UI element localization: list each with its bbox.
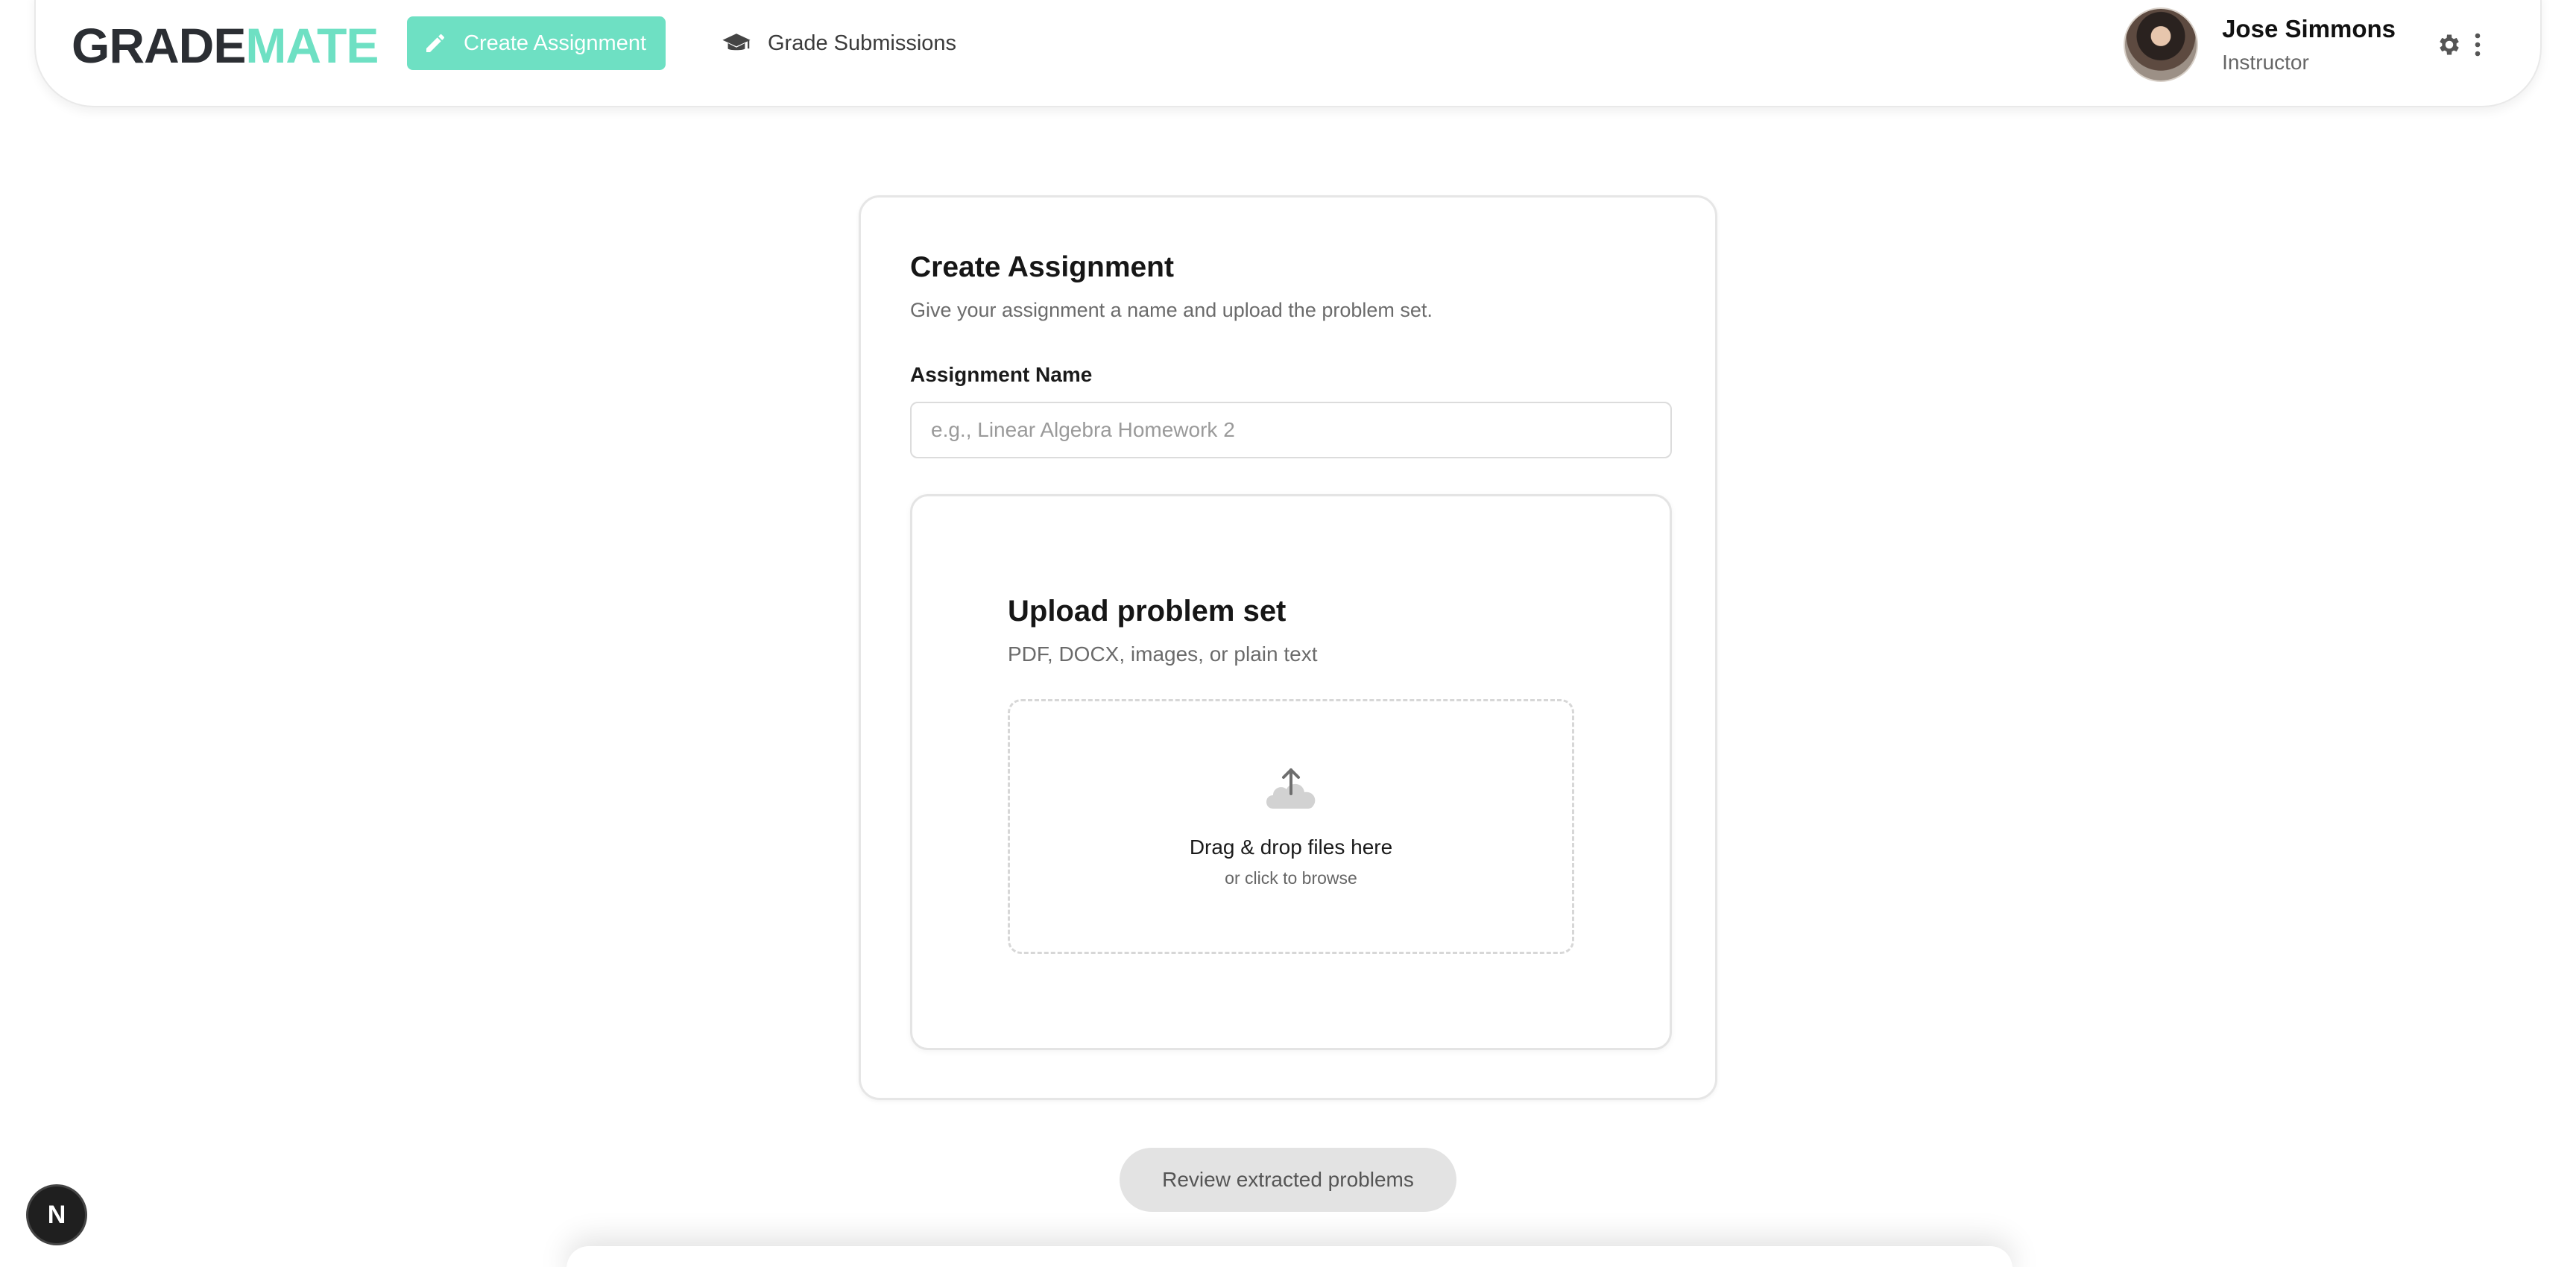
card-subtitle: Give your assignment a name and upload t…	[910, 299, 1433, 321]
logo-text-mate: MATE	[245, 18, 379, 73]
pencil-icon	[426, 34, 445, 52]
user-info: Jose Simmons Instructor	[2222, 15, 2396, 75]
nav-create-assignment-button[interactable]: Create Assignment	[407, 16, 666, 70]
gear-icon[interactable]	[2436, 31, 2463, 58]
page: GRADE MATE Create Assignment Grade Submis…	[0, 0, 2576, 1267]
next-dev-badge[interactable]: N	[28, 1187, 85, 1243]
nav-grade-label: Grade Submissions	[768, 31, 957, 55]
user-name: Jose Simmons	[2222, 15, 2396, 42]
dropzone-browse-text[interactable]: or click to browse	[1225, 868, 1357, 888]
assignment-name-label: Assignment Name	[910, 363, 1093, 386]
file-dropzone[interactable]: Drag & drop files here or click to brows…	[1008, 699, 1574, 954]
upload-subtitle: PDF, DOCX, images, or plain text	[1008, 642, 1318, 666]
upload-title: Upload problem set	[1008, 595, 1287, 628]
dropzone-main-text: Drag & drop files here	[1189, 835, 1393, 859]
user-profile: Jose Simmons Instructor	[2124, 7, 2482, 82]
card-title: Create Assignment	[910, 251, 1174, 283]
upload-panel: Upload problem set PDF, DOCX, images, or…	[910, 494, 1672, 1050]
bottom-panel-edge	[566, 1246, 2012, 1267]
top-navbar: GRADE MATE Create Assignment Grade Submis…	[34, 0, 2542, 107]
gradesmate-logo[interactable]: GRADE MATE	[72, 12, 379, 79]
review-extracted-problems-button[interactable]: Review extracted problems	[1120, 1148, 1456, 1212]
graduation-cap-icon	[722, 34, 751, 51]
create-assignment-card: Create Assignment Give your assignment a…	[859, 195, 1717, 1100]
nav-create-label: Create Assignment	[464, 31, 647, 55]
cloud-upload-icon	[1266, 768, 1316, 809]
kebab-menu-icon[interactable]	[2473, 31, 2482, 58]
assignment-name-input[interactable]	[910, 402, 1672, 458]
user-role: Instructor	[2222, 51, 2309, 74]
logo-text-grade: GRADE	[72, 18, 246, 73]
avatar[interactable]	[2124, 7, 2199, 82]
nav-grade-submissions-button[interactable]: Grade Submissions	[707, 16, 971, 70]
